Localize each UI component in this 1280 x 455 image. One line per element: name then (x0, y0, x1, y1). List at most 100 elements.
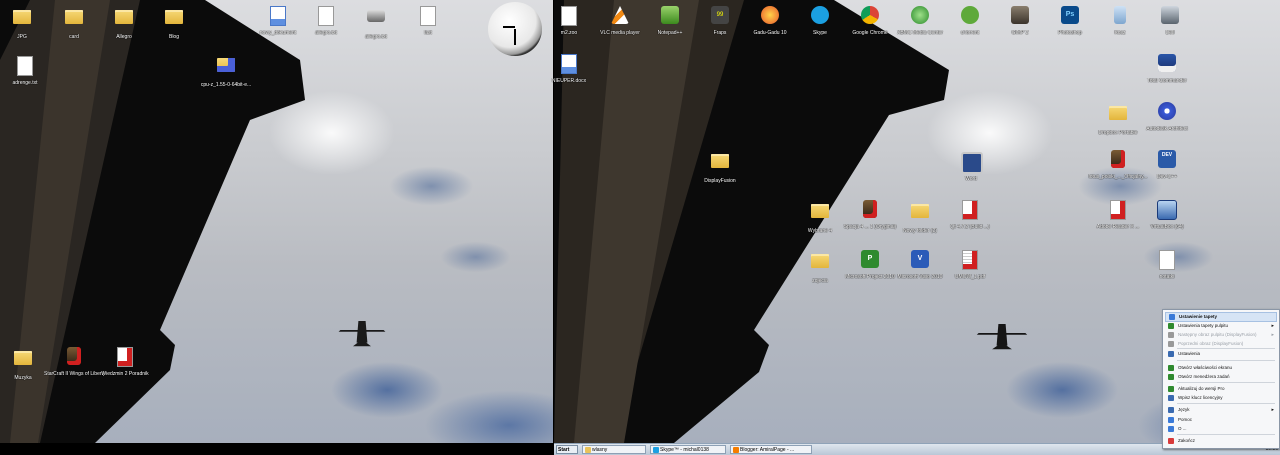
folder-icon (710, 154, 730, 176)
doc-icon (418, 6, 438, 28)
menu-item-icon (1168, 323, 1174, 329)
book-icon (1108, 150, 1128, 172)
doc-icon (1157, 250, 1177, 272)
menu-separator (1177, 434, 1275, 435)
dev-icon: DEV (1157, 150, 1177, 172)
icon-label: cpu-z_1.55-0-64bit-e... (200, 82, 252, 88)
context-menu-item[interactable]: Ustawienia (1165, 350, 1277, 358)
pdf-icon (1108, 200, 1128, 222)
menu-item-label: Otwórz menedżera zadań (1178, 374, 1230, 379)
doc-icon (559, 6, 579, 28)
icon-wiedzmin[interactable]: Wiedzmin 2 Poradnik (95, 345, 155, 377)
folder-icon (64, 10, 84, 32)
icon-display-fusion[interactable]: DisplayFusion (690, 148, 750, 184)
icon-adrenge[interactable]: adrenge.txt (0, 54, 55, 86)
menu-item-icon (1168, 407, 1174, 413)
atom-icon (1157, 102, 1177, 124)
icon-label: Dell (1165, 30, 1175, 36)
folder-icon (1108, 106, 1128, 128)
xbmc-icon (910, 6, 930, 28)
utorrent-icon (960, 6, 980, 28)
context-menu: Ustawienie tapety Ustawienia tapety pulpi… (1162, 309, 1280, 449)
book-icon (860, 200, 880, 222)
context-menu-item[interactable]: Pomoc (1165, 416, 1277, 424)
folder-icon (810, 254, 830, 276)
icon-label: allegro.txt (365, 34, 387, 40)
context-menu-item[interactable]: Ustawienia tapety pulpitu ▸ (1165, 322, 1277, 330)
submenu-arrow-icon: ▸ (1271, 407, 1274, 413)
menu-item-icon (1168, 438, 1174, 444)
icon-total-commander[interactable]: Total Commander (1137, 52, 1197, 84)
icon-dev-cpp[interactable]: DEV Dev-C++ (1137, 148, 1197, 180)
menu-item-label: Ustawienie tapety (1179, 314, 1218, 319)
vlc-icon (610, 6, 630, 28)
icon-last[interactable]: last (398, 4, 458, 36)
submenu-arrow-icon: ▸ (1271, 332, 1274, 338)
icon-word[interactable]: Word (941, 150, 1001, 182)
icon-blog[interactable]: Blog (144, 4, 204, 40)
icon-label: Qt 4.7.2 (Build ...) (950, 224, 990, 230)
taskbar-item-skype[interactable]: Skype™ - michal0138 (650, 445, 726, 454)
pdf-icon (960, 200, 980, 222)
icon-label: UMOW_1.pdf (954, 274, 986, 280)
icon-label: DisplayFusion (704, 178, 736, 184)
vbox-icon (1157, 200, 1177, 222)
icon-umow[interactable]: UMOW_1.pdf (940, 248, 1000, 280)
icon-label: Total Commander (1147, 78, 1187, 84)
icon-label: notatki (1159, 274, 1175, 280)
context-menu-item[interactable]: Język ▸ (1165, 406, 1277, 414)
pdfdoc-icon (960, 250, 980, 272)
icon-nieuper[interactable]: NIEUPER.docx (539, 52, 599, 84)
context-menu-item[interactable]: O ... (1165, 425, 1277, 433)
icon-allegro-notes[interactable]: allegro.txt (346, 4, 406, 40)
chrome-icon (860, 6, 880, 28)
menu-item-label: Zakończ (1178, 438, 1196, 443)
context-menu-item[interactable]: Poprzedni obraz (DisplayFusion) (1165, 340, 1277, 348)
clock-gadget[interactable] (488, 2, 542, 56)
icon-label: Autodesk Architect (1146, 126, 1188, 132)
menu-item-label: Ustawienia (1178, 351, 1201, 356)
context-menu-item[interactable]: Aktualizuj do wersji Pro (1165, 385, 1277, 393)
monitor-icon (961, 152, 983, 174)
msproject-icon: P (860, 250, 880, 272)
docblue-icon (559, 54, 579, 76)
icon-virtualbox[interactable]: VirtualBox (64) (1137, 198, 1197, 230)
docblue-icon (268, 6, 288, 28)
context-menu-item[interactable]: Zakończ (1165, 437, 1277, 445)
menu-separator (1177, 403, 1275, 404)
gg-icon (760, 6, 780, 28)
icon-dell[interactable]: Dell (1140, 4, 1200, 36)
menu-item-label: Poprzedni obraz (DisplayFusion) (1178, 341, 1244, 346)
folder-icon (810, 204, 830, 226)
start-button[interactable]: Start (556, 445, 578, 454)
taskbar-item-folder[interactable]: wlasny (582, 445, 646, 454)
menu-item-icon (1169, 314, 1175, 320)
fraps-icon: 99 (710, 6, 730, 28)
menu-separator (1177, 360, 1275, 361)
context-menu-item[interactable]: Następny obraz pulpitu (DisplayFusion) ▸ (1165, 331, 1277, 339)
icon-cpu-z[interactable]: cpu-z_1.55-0-64bit-e... (196, 52, 256, 88)
context-menu-item[interactable]: Ustawienie tapety (1165, 312, 1277, 322)
context-menu-item[interactable]: Wpisz klucz licencyjny (1165, 394, 1277, 402)
menu-item-icon (1168, 341, 1174, 347)
icon-label: Wiedzmin 2 Poradnik (101, 371, 149, 377)
taskbar-item-blogger[interactable]: Blogger: AmiralPage - ... (730, 445, 812, 454)
icon-notatki[interactable]: notatki (1137, 248, 1197, 280)
submenu-arrow-icon: ▸ (1271, 323, 1274, 329)
gimp-icon (1010, 6, 1030, 28)
context-menu-item[interactable]: Otwórz menedżera zadań (1165, 373, 1277, 381)
icon-autodesk[interactable]: Autodesk Architect (1137, 100, 1197, 132)
icon-qt[interactable]: Qt 4.7.2 (Build ...) (940, 198, 1000, 230)
skype-icon (810, 6, 830, 28)
menu-item-icon (1168, 417, 1174, 423)
icon-label: Dev-C++ (1156, 174, 1177, 180)
doc-icon (316, 6, 336, 28)
menu-item-label: Otwórz właściwości ekranu (1178, 365, 1233, 370)
context-menu-item[interactable]: Otwórz właściwości ekranu (1165, 364, 1277, 372)
menu-item-icon (1168, 332, 1174, 338)
icon-label: Blog (168, 34, 179, 40)
folder-icon (164, 10, 184, 32)
bin-icon (1110, 6, 1130, 28)
icon-label: adrenge.txt (12, 80, 38, 86)
icon-label: NIEUPER.docx (551, 78, 587, 84)
